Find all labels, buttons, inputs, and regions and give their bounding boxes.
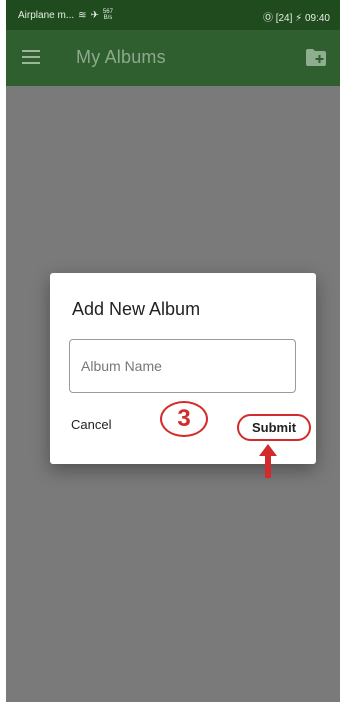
network-speed: 567 B/s — [103, 9, 113, 21]
network-speed-unit: B/s — [103, 15, 113, 21]
app-bar: My Albums — [6, 30, 340, 86]
cancel-button[interactable]: Cancel — [71, 417, 111, 432]
status-time-battery: Ⓞ [24] ⚡ 09:40 — [262, 13, 330, 24]
add-folder-icon[interactable] — [306, 49, 326, 66]
arrow-up-icon — [259, 444, 277, 478]
phone-screen: Airplane m... ≋ ✈ 567 B/s Ⓞ [24] ⚡ 09:40… — [6, 0, 340, 702]
status-right: Ⓞ [24] ⚡ 09:40 — [263, 9, 330, 24]
step-number-badge: 3 — [160, 401, 208, 437]
airplane-icon: ✈ — [90, 9, 99, 21]
status-left: Airplane m... ≋ ✈ 567 B/s — [18, 9, 113, 21]
hamburger-menu-icon[interactable] — [22, 50, 40, 64]
wifi-icon: ≋ — [78, 9, 87, 21]
album-name-input[interactable] — [69, 339, 296, 393]
app-title: My Albums — [76, 47, 166, 67]
submit-button[interactable]: Submit — [237, 414, 311, 441]
status-bar: Airplane m... ≋ ✈ 567 B/s Ⓞ [24] ⚡ 09:40 — [6, 0, 340, 30]
dialog-title: Add New Album — [72, 299, 201, 319]
airplane-mode-text: Airplane m... — [18, 9, 75, 21]
